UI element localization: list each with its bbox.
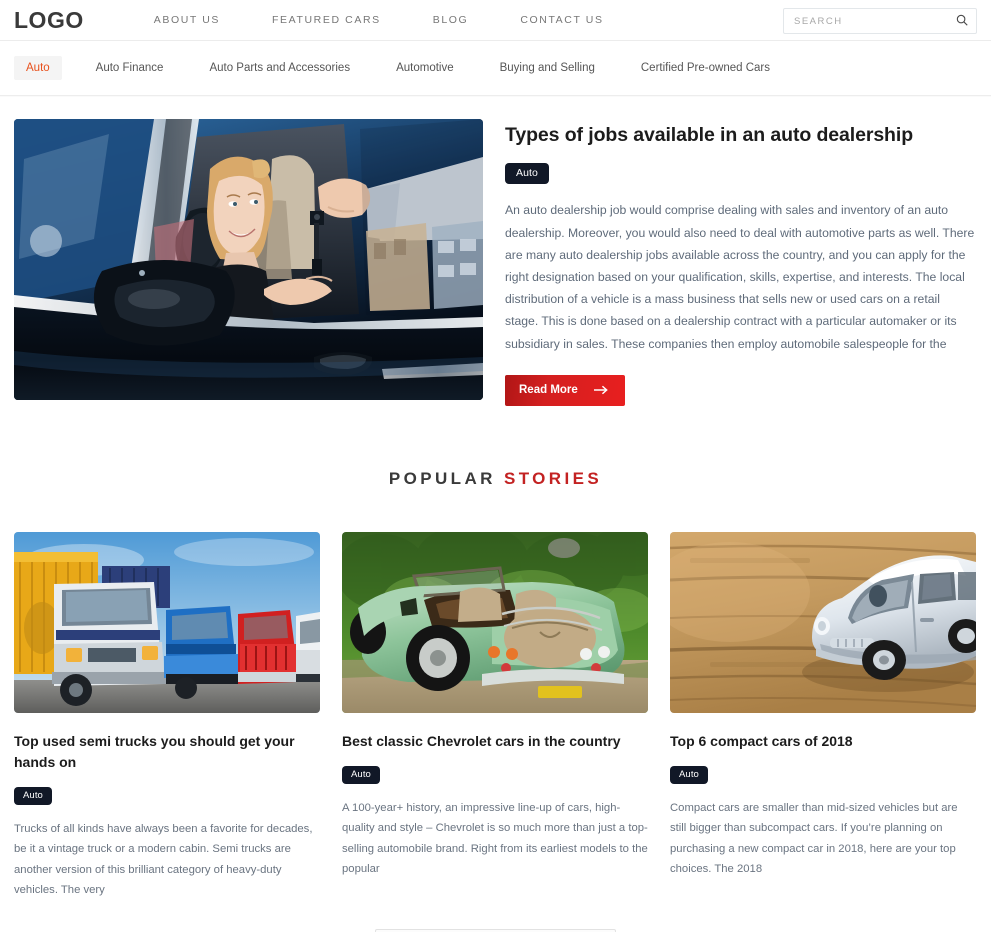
popular-stories-heading: POPULAR STORIES — [0, 469, 991, 489]
hero-excerpt: An auto dealership job would comprise de… — [505, 203, 975, 351]
popular-stories-section: POPULAR STORIES Top used semi trucks you… — [0, 469, 991, 932]
arrow-right-icon — [593, 385, 609, 395]
story-card[interactable]: Top used semi trucks you should get your… — [14, 531, 320, 901]
story-card-excerpt: Trucks of all kinds have always been a f… — [14, 822, 313, 897]
category-item-auto[interactable]: Auto — [14, 56, 62, 80]
hero-title[interactable]: Types of jobs available in an auto deale… — [505, 123, 977, 147]
search-input[interactable] — [784, 15, 948, 27]
story-card-badge[interactable]: Auto — [670, 765, 708, 784]
story-card-title[interactable]: Best classic Chevrolet cars in the count… — [342, 731, 648, 752]
story-card-image-trucks[interactable] — [14, 531, 320, 713]
popular-stories-heading-dark: POPULAR — [388, 468, 496, 488]
hero-category-badge[interactable]: Auto — [505, 163, 549, 185]
category-navigation: Auto Auto Finance Auto Parts and Accesso… — [0, 41, 991, 96]
nav-item-blog[interactable]: BLOG — [407, 14, 495, 26]
read-more-button[interactable]: Read More — [505, 374, 625, 406]
story-card-excerpt: A 100-year+ history, an impressive line-… — [342, 801, 648, 876]
search-box[interactable] — [783, 8, 977, 34]
hero-section: Types of jobs available in an auto deale… — [0, 119, 991, 406]
site-logo[interactable]: LOGO — [14, 8, 84, 32]
main-navigation: ABOUT US FEATURED CARS BLOG CONTACT US — [128, 14, 630, 26]
popular-stories-grid: Top used semi trucks you should get your… — [0, 531, 991, 901]
search-icon — [956, 14, 968, 29]
story-card[interactable]: Top 6 compact cars of 2018 Auto Compact … — [670, 531, 976, 901]
read-more-label: Read More — [519, 383, 578, 396]
hero-image[interactable] — [14, 119, 483, 400]
popular-stories-heading-red: STORIES — [503, 468, 603, 488]
category-item-buying-and-selling[interactable]: Buying and Selling — [488, 56, 607, 80]
category-item-auto-parts-and-accessories[interactable]: Auto Parts and Accessories — [197, 56, 362, 80]
story-card-badge[interactable]: Auto — [342, 765, 380, 784]
story-card-badge[interactable]: Auto — [14, 786, 52, 805]
category-item-automotive[interactable]: Automotive — [384, 56, 466, 80]
story-card-image-classic-car[interactable] — [342, 531, 648, 713]
search-button[interactable] — [948, 9, 976, 33]
story-card-title[interactable]: Top used semi trucks you should get your… — [14, 731, 320, 773]
hero-content: Types of jobs available in an auto deale… — [505, 119, 977, 406]
nav-item-about-us[interactable]: ABOUT US — [128, 14, 246, 26]
story-card-title[interactable]: Top 6 compact cars of 2018 — [670, 731, 976, 752]
site-header: LOGO ABOUT US FEATURED CARS BLOG CONTACT… — [0, 0, 991, 41]
story-card[interactable]: Best classic Chevrolet cars in the count… — [342, 531, 648, 901]
story-card-excerpt: Compact cars are smaller than mid-sized … — [670, 801, 958, 876]
nav-item-featured-cars[interactable]: FEATURED CARS — [246, 14, 407, 26]
category-item-certified-pre-owned-cars[interactable]: Certified Pre-owned Cars — [629, 56, 782, 80]
category-item-auto-finance[interactable]: Auto Finance — [84, 56, 176, 80]
story-card-image-toy-car[interactable] — [670, 531, 976, 713]
nav-item-contact-us[interactable]: CONTACT US — [494, 14, 629, 26]
